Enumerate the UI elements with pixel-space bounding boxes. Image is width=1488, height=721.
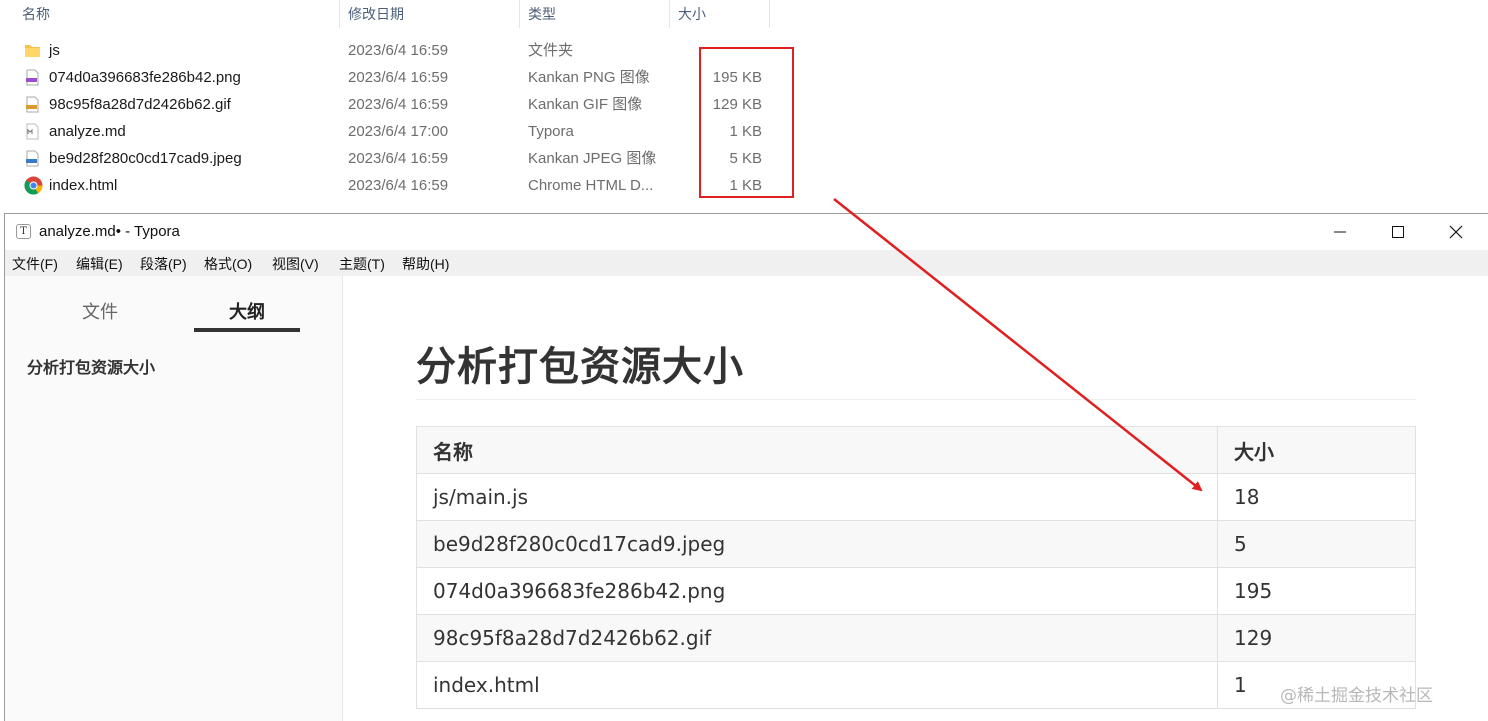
- file-date: 2023/6/4 16:59: [348, 69, 449, 86]
- close-icon: [1449, 225, 1463, 239]
- file-name: be9d28f280c0cd17cad9.jpeg: [49, 150, 242, 167]
- file-row[interactable]: js 2023/6/4 16:59 文件夹: [0, 37, 772, 64]
- file-date: 2023/6/4 17:00: [348, 123, 449, 140]
- table-cell-name[interactable]: 074d0a396683fe286b42.png: [416, 567, 1218, 615]
- table-row: be9d28f280c0cd17cad9.jpeg 5: [416, 520, 1416, 568]
- menu-bar: 文件(F) 编辑(E) 段落(P) 格式(O) 视图(V) 主题(T) 帮助(H…: [5, 250, 1488, 276]
- table-header-name[interactable]: 名称: [416, 426, 1218, 474]
- markdown-file-icon: [26, 123, 39, 140]
- file-row[interactable]: index.html 2023/6/4 16:59 Chrome HTML D.…: [0, 172, 772, 199]
- file-type: Kankan PNG 图像: [528, 69, 650, 86]
- title-bar[interactable]: T analyze.md• - Typora: [5, 214, 1488, 250]
- typora-app-icon: T: [16, 224, 31, 239]
- explorer-column-header: 名称 ⌃ 修改日期 类型 大小: [0, 0, 772, 28]
- close-button[interactable]: [1427, 214, 1485, 250]
- file-name: js: [49, 42, 60, 59]
- file-type: Kankan GIF 图像: [528, 96, 643, 113]
- file-name: 074d0a396683fe286b42.png: [49, 69, 241, 86]
- watermark: @稀土掘金技术社区: [1280, 686, 1433, 706]
- minimize-button[interactable]: [1311, 214, 1369, 250]
- heading-divider: [416, 399, 1416, 400]
- table-cell-name[interactable]: index.html: [416, 661, 1218, 709]
- table-row: index.html 1: [416, 661, 1416, 709]
- size-table: 名称 大小 js/main.js 18 be9d28f280c0cd17cad9…: [416, 426, 1416, 709]
- file-row[interactable]: be9d28f280c0cd17cad9.jpeg 2023/6/4 16:59…: [0, 145, 772, 172]
- file-type: 文件夹: [528, 42, 574, 59]
- table-cell-name[interactable]: 98c95f8a28d7d2426b62.gif: [416, 614, 1218, 662]
- table-row: 074d0a396683fe286b42.png 195: [416, 567, 1416, 615]
- typora-window: T analyze.md• - Typora 文件(F) 编辑(E) 段落(P)…: [4, 213, 1488, 721]
- file-date: 2023/6/4 16:59: [348, 177, 449, 194]
- file-name: 98c95f8a28d7d2426b62.gif: [49, 96, 231, 113]
- size-highlight-box: [699, 47, 794, 198]
- file-row[interactable]: 074d0a396683fe286b42.png 2023/6/4 16:59 …: [0, 64, 772, 91]
- file-date: 2023/6/4 16:59: [348, 42, 449, 59]
- window-title: analyze.md• - Typora: [39, 223, 180, 240]
- file-name: analyze.md: [49, 123, 126, 140]
- table-header-size[interactable]: 大小: [1217, 426, 1416, 474]
- menu-edit[interactable]: 编辑(E): [76, 254, 123, 274]
- file-type: Chrome HTML D...: [528, 177, 654, 194]
- table-cell-size[interactable]: 129: [1217, 614, 1416, 662]
- menu-theme[interactable]: 主题(T): [339, 254, 385, 274]
- file-row[interactable]: analyze.md 2023/6/4 17:00 Typora 1 KB: [0, 118, 772, 145]
- menu-view[interactable]: 视图(V): [272, 254, 319, 274]
- menu-paragraph[interactable]: 段落(P): [140, 254, 187, 274]
- file-date: 2023/6/4 16:59: [348, 150, 449, 167]
- gif-file-icon: [26, 96, 39, 113]
- png-file-icon: [26, 69, 39, 86]
- table-header-row: 名称 大小: [416, 426, 1416, 474]
- sort-caret-icon: ⌃: [172, 0, 180, 5]
- chrome-icon: [24, 176, 43, 195]
- file-explorer: 名称 ⌃ 修改日期 类型 大小 js 2023/6/4 16:59 文件夹 07…: [0, 0, 1488, 212]
- active-tab-indicator: [194, 328, 300, 332]
- table-row: 98c95f8a28d7d2426b62.gif 129: [416, 614, 1416, 662]
- maximize-icon: [1392, 225, 1404, 238]
- column-header-size[interactable]: 大小: [670, 0, 770, 28]
- table-cell-name[interactable]: js/main.js: [416, 473, 1218, 521]
- folder-icon: [25, 45, 40, 57]
- table-cell-name[interactable]: be9d28f280c0cd17cad9.jpeg: [416, 520, 1218, 568]
- file-row[interactable]: 98c95f8a28d7d2426b62.gif 2023/6/4 16:59 …: [0, 91, 772, 118]
- column-header-date[interactable]: 修改日期: [340, 0, 520, 28]
- minimize-icon: [1334, 231, 1346, 233]
- sidebar: 文件 大纲 分析打包资源大小: [5, 276, 343, 721]
- file-type: Kankan JPEG 图像: [528, 150, 657, 167]
- tab-outline[interactable]: 大纲: [229, 298, 265, 324]
- maximize-button[interactable]: [1369, 214, 1427, 250]
- file-date: 2023/6/4 16:59: [348, 96, 449, 113]
- tab-files[interactable]: 文件: [82, 298, 118, 324]
- editor-area[interactable]: 分析打包资源大小 名称 大小 js/main.js 18 be9d28f280c…: [344, 276, 1488, 721]
- column-header-type[interactable]: 类型: [520, 0, 670, 28]
- menu-file[interactable]: 文件(F): [12, 254, 58, 274]
- outline-item[interactable]: 分析打包资源大小: [27, 354, 155, 378]
- menu-format[interactable]: 格式(O): [204, 254, 252, 274]
- table-cell-size[interactable]: 5: [1217, 520, 1416, 568]
- table-cell-size[interactable]: 195: [1217, 567, 1416, 615]
- table-row: js/main.js 18: [416, 473, 1416, 521]
- file-type: Typora: [528, 123, 574, 140]
- file-name: index.html: [49, 177, 118, 194]
- jpeg-file-icon: [26, 150, 39, 167]
- table-cell-size[interactable]: 18: [1217, 473, 1416, 521]
- document-heading: 分析打包资源大小: [416, 344, 744, 390]
- menu-help[interactable]: 帮助(H): [402, 254, 449, 274]
